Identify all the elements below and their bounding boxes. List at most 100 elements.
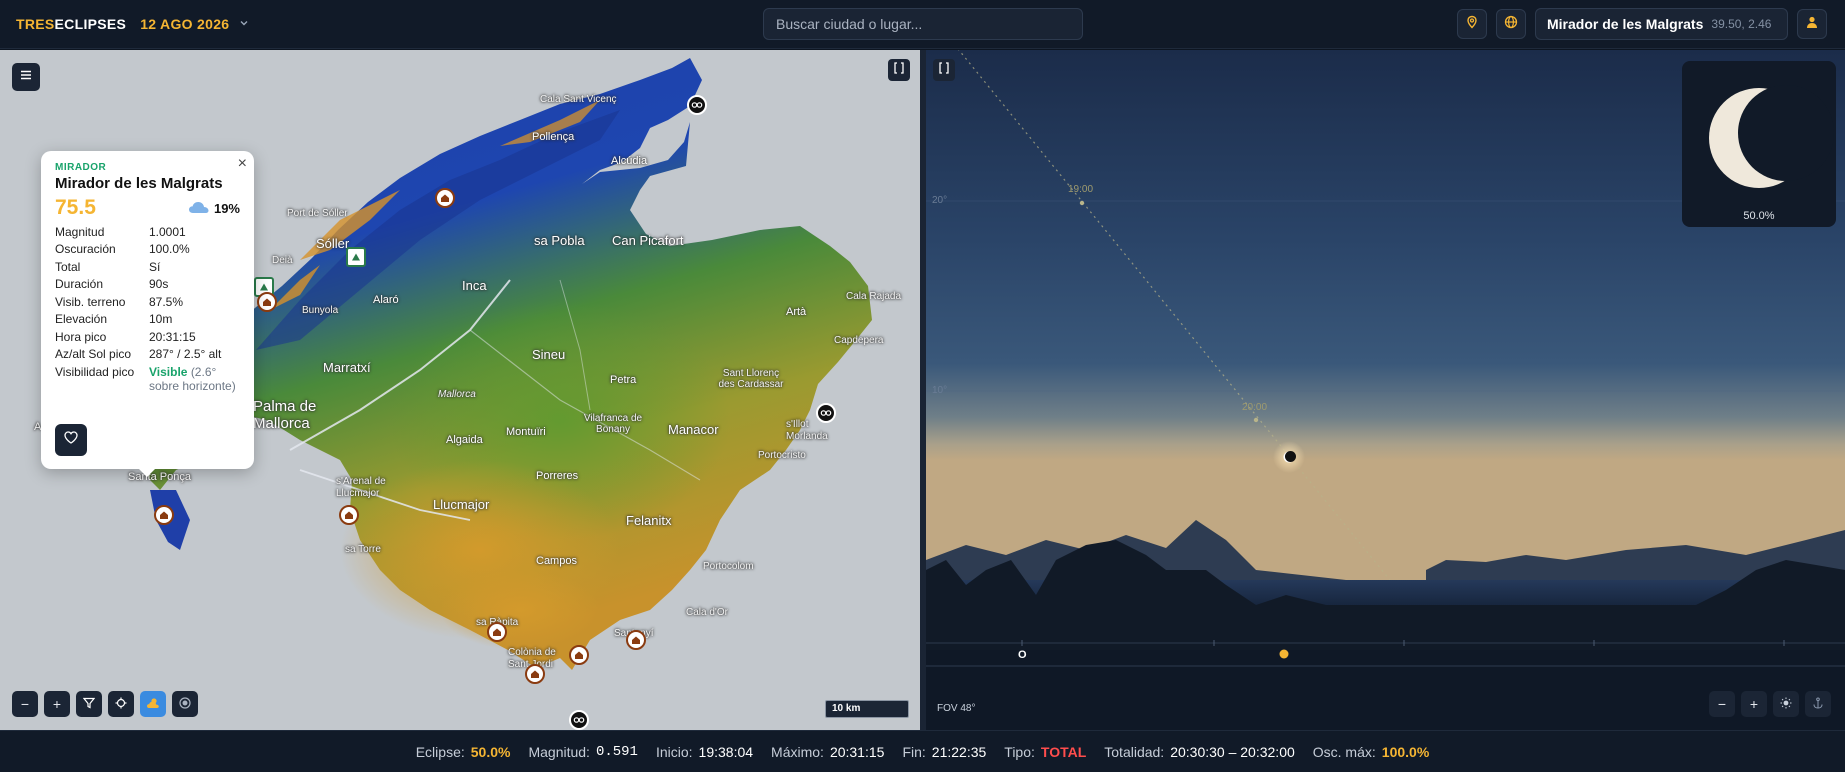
anchor-button[interactable] <box>1805 691 1831 717</box>
map-label: Cala Sant Vicenç <box>540 94 617 105</box>
locate-me-button[interactable] <box>108 691 134 717</box>
zoom-out-button[interactable]: − <box>12 691 38 717</box>
brand-part1: TRES <box>16 16 55 32</box>
sun-button[interactable] <box>1773 691 1799 717</box>
globe-icon <box>1504 15 1518 34</box>
fov-label: FOV 48° <box>937 703 976 714</box>
sky-expand-button[interactable] <box>933 59 955 81</box>
detail-value: 287° / 2.5° alt <box>149 347 222 361</box>
heart-icon <box>64 431 78 449</box>
detail-key: Magnitud <box>55 224 105 239</box>
scale-label: 10 km <box>832 703 861 714</box>
map-label: Pollença <box>532 131 575 143</box>
viewpoint-marker[interactable] <box>339 505 359 525</box>
plus-icon: + <box>52 696 62 712</box>
favorite-button[interactable] <box>55 424 87 456</box>
map-menu-button[interactable] <box>12 63 40 91</box>
detail-value: 90s <box>149 277 169 291</box>
detail-key: Visibilidad pico <box>55 364 135 379</box>
detail-key: Visib. terreno <box>55 294 126 309</box>
detail-value: 20:31:15 <box>149 329 196 344</box>
status-key: Tipo: <box>1004 743 1035 760</box>
status-value: 20:30:30 – 20:32:00 <box>1170 743 1295 760</box>
map-label: Mallorca <box>438 389 476 400</box>
detail-row: Total Sí <box>55 258 240 276</box>
status-key: Máximo: <box>771 743 824 760</box>
status-value: 100.0% <box>1381 743 1430 760</box>
popup-details: Magnitud 1.0001 Oscuración 100.0% Total Sí Dur… <box>55 223 240 395</box>
map-label: Artà <box>786 306 807 318</box>
detail-value: 100.0% <box>149 242 190 256</box>
viewpoint-marker[interactable] <box>435 188 455 208</box>
eclipse-date: 12 AGO 2026 <box>140 16 230 32</box>
filter-icon <box>82 696 96 712</box>
viewpoint-marker[interactable] <box>257 292 277 312</box>
map-label: Cala Rajada <box>846 291 902 302</box>
map-label: Alaró <box>373 294 399 306</box>
observatory-marker[interactable] <box>687 95 707 115</box>
map-label: Deià <box>272 255 293 266</box>
user-button[interactable] <box>1797 9 1827 39</box>
detail-value: 1.0001 <box>149 224 186 239</box>
detail-row: Elevación 10m <box>55 311 240 329</box>
eclipse-phase-diagram <box>1709 85 1834 188</box>
viewpoint-marker[interactable] <box>154 505 174 525</box>
observatory-marker[interactable] <box>816 403 836 423</box>
locate-button[interactable] <box>1457 9 1487 39</box>
time-label: 19:00 <box>1068 184 1094 195</box>
cloud-icon <box>188 200 210 217</box>
status-value: 21:22:35 <box>931 743 987 760</box>
map-label: Marratxí <box>323 360 371 375</box>
layer-toggle-button[interactable] <box>172 691 198 717</box>
filter-button[interactable] <box>76 691 102 717</box>
detail-row: Hora pico 20:31:15 <box>55 328 240 346</box>
top-bar: TRES ECLIPSES 12 AGO 2026 Mirador de les… <box>0 0 1845 49</box>
detail-value: Visible (2.6° sobre horizonte) <box>149 363 240 395</box>
map-toolbar: − + <box>12 691 198 717</box>
sky-zoom-out-button[interactable]: − <box>1709 691 1735 717</box>
viewpoint-marker[interactable] <box>525 664 545 684</box>
close-icon[interactable]: × <box>238 155 247 173</box>
map-label: Algaida <box>446 434 483 446</box>
status-value: 50.0% <box>470 743 511 760</box>
current-location-pill[interactable]: Mirador de les Malgrats 39.50, 2.46 <box>1535 8 1788 40</box>
peak-marker[interactable] <box>346 247 366 267</box>
map-label: sa Pobla <box>534 233 585 248</box>
globe-button[interactable] <box>1496 9 1526 39</box>
map-label: Porreres <box>536 470 579 482</box>
time-label: 20:00 <box>1242 402 1268 413</box>
map-label: Sant Llorenç des Cardassar <box>718 368 784 390</box>
chevron-down-icon <box>239 17 249 31</box>
map-label: Capdepera <box>834 335 884 346</box>
viewpoint-marker[interactable] <box>626 630 646 650</box>
map-panel[interactable]: Cala Sant Vicenç Pollença Alcúdia Port d… <box>0 50 920 730</box>
status-fin: Fin: 21:22:35 <box>902 744 986 760</box>
date-selector[interactable]: TRES ECLIPSES 12 AGO 2026 <box>16 16 249 32</box>
status-value: 20:31:15 <box>829 743 885 760</box>
status-maximo: Máximo: 20:31:15 <box>771 744 884 760</box>
map-label: Inca <box>462 278 487 293</box>
altitude-label: 10° <box>932 385 948 396</box>
detail-row: Visib. terreno 87.5% <box>55 293 240 311</box>
popup-title: Mirador de les Malgrats <box>55 175 223 192</box>
detail-key: Elevación <box>55 312 108 326</box>
brand-part2: ECLIPSES <box>54 16 127 32</box>
detail-row: Az/alt Sol pico 287° / 2.5° alt <box>55 346 240 364</box>
sky-zoom-in-button[interactable]: + <box>1741 691 1767 717</box>
map-pin-icon <box>1465 15 1479 34</box>
anchor-icon <box>1812 696 1824 712</box>
location-name: Mirador de les Malgrats <box>1547 16 1704 32</box>
detail-key: Oscuración <box>55 242 116 256</box>
map-label: Santa Ponça <box>128 471 191 483</box>
sky-view-panel[interactable]: 20° 10° 19:00 20:00 O 50.0% FOV 48° − + <box>926 50 1845 730</box>
search-input[interactable] <box>763 8 1083 40</box>
viewpoint-marker[interactable] <box>487 622 507 642</box>
map-label: s'Arenal de Llucmajor <box>336 476 386 499</box>
observatory-marker[interactable] <box>569 710 589 730</box>
clouds-layer-button[interactable] <box>140 691 166 717</box>
zoom-in-button[interactable]: + <box>44 691 70 717</box>
viewpoint-marker[interactable] <box>569 645 589 665</box>
map-label: Petra <box>610 374 637 386</box>
map-label: Port de Sóller <box>287 208 348 219</box>
map-expand-button[interactable] <box>888 59 910 81</box>
